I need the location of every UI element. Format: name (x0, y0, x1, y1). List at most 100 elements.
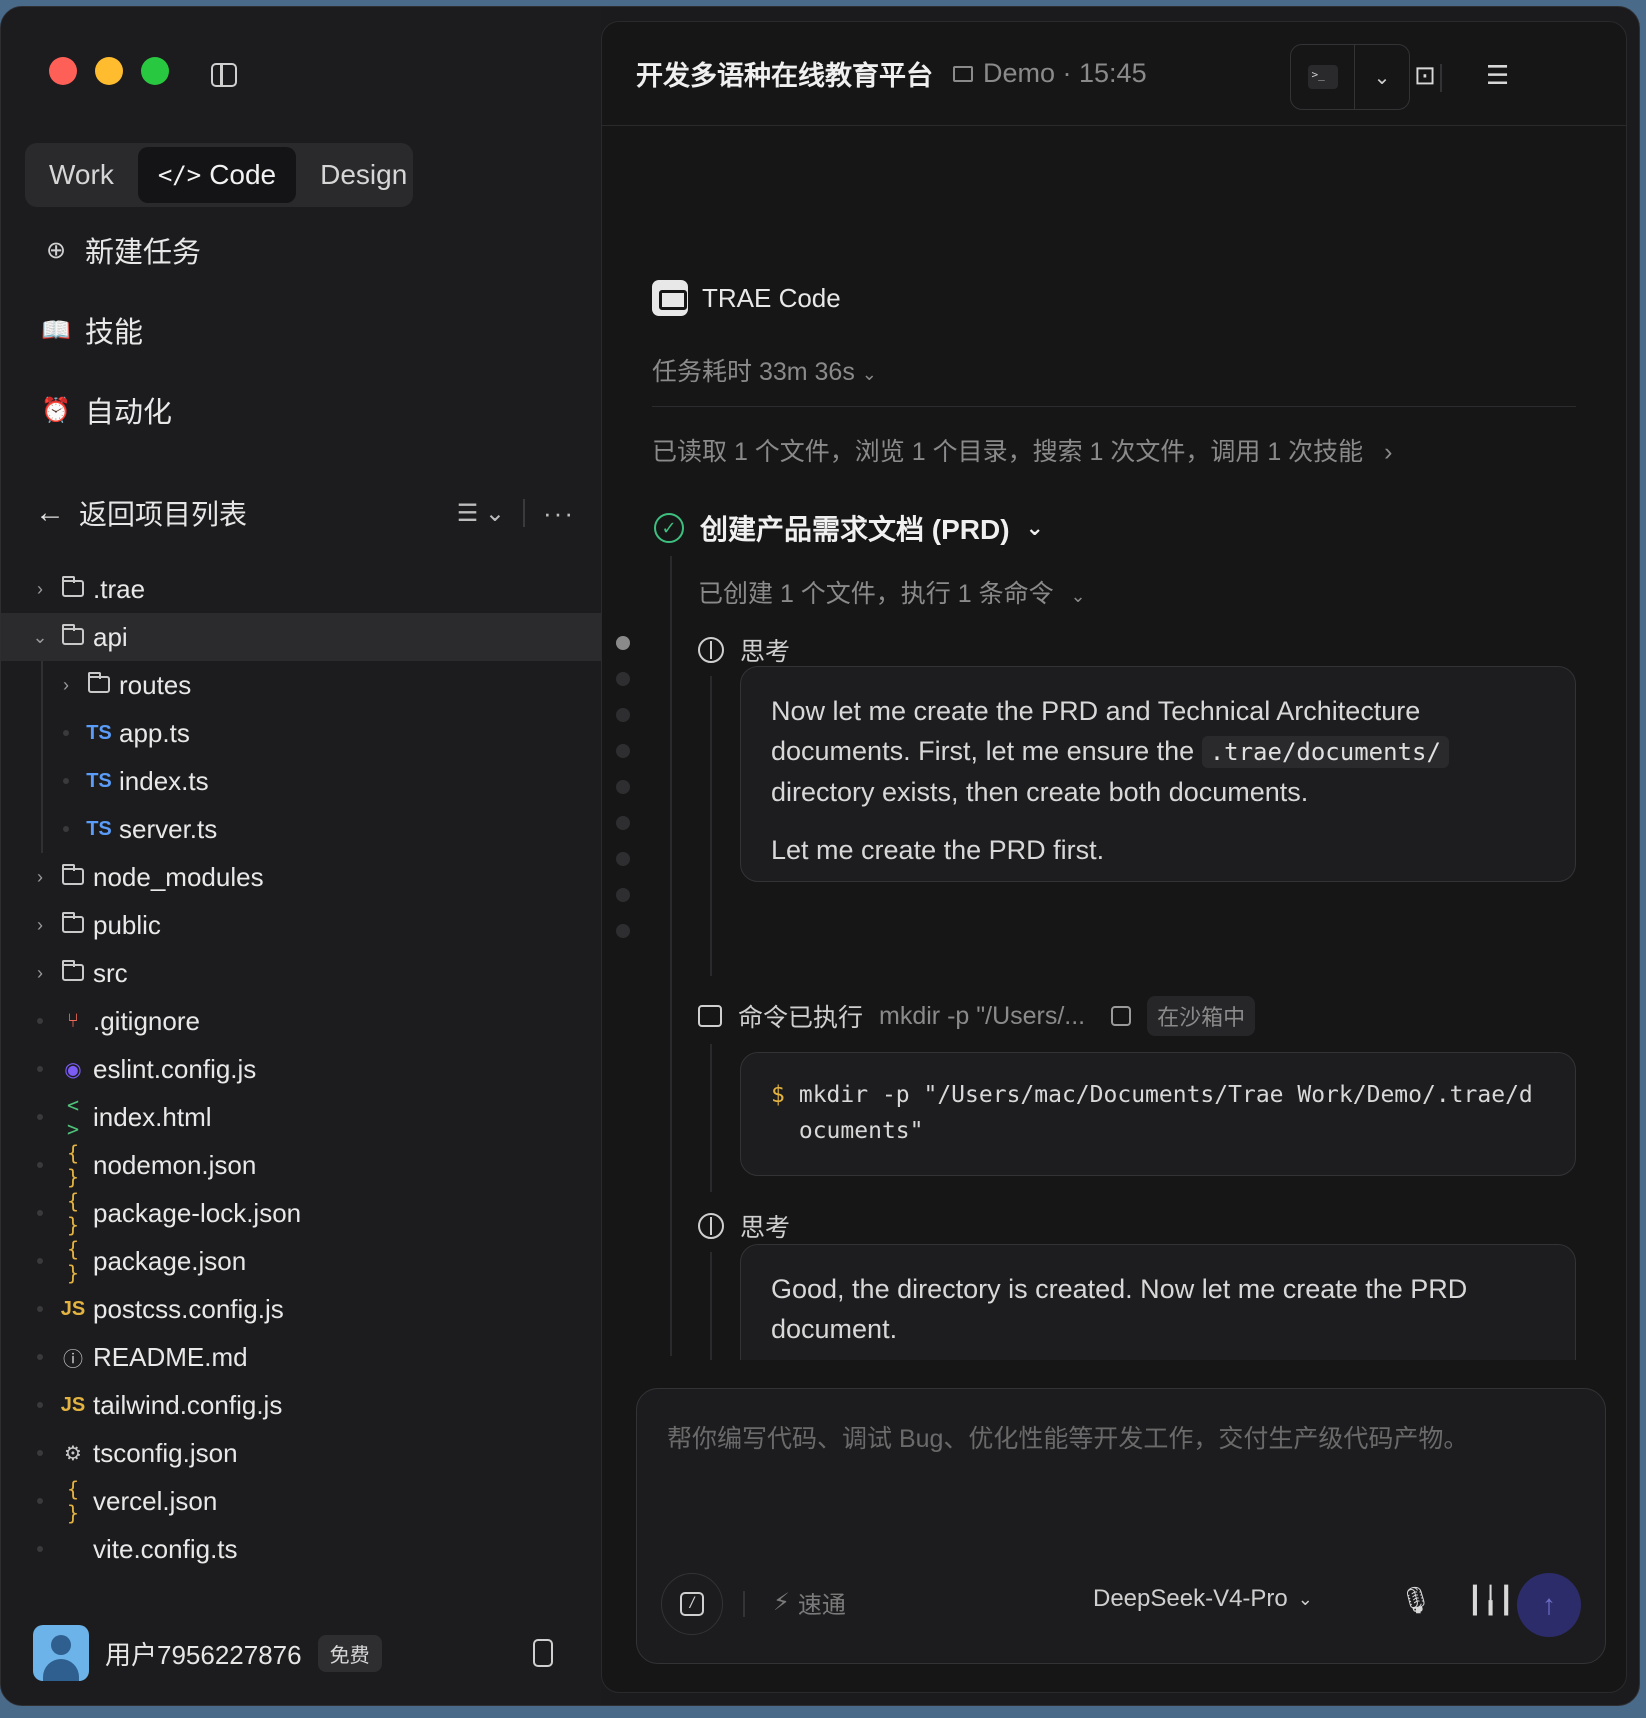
row-lead (31, 1066, 49, 1072)
terminal-icon (698, 1005, 722, 1027)
lightning-icon: ⚡ (773, 1589, 790, 1616)
chevron-down-icon[interactable]: ⌄ (31, 627, 49, 648)
tree-file[interactable]: { } nodemon.json (1, 1141, 601, 1189)
prompt-input[interactable] (667, 1419, 1567, 1519)
tree-file[interactable]: { } package.json (1, 1237, 601, 1285)
tree-folder[interactable]: › node_modules (1, 853, 601, 901)
summary-text: 已读取 1 个文件，浏览 1 个目录，搜索 1 次文件，调用 1 次技能 (652, 438, 1364, 466)
bullet-dot (37, 1546, 43, 1552)
activity-summary[interactable]: 已读取 1 个文件，浏览 1 个目录，搜索 1 次文件，调用 1 次技能 › (652, 432, 1392, 468)
bullet-dot (63, 730, 69, 736)
divider (743, 1591, 745, 1617)
tree-file[interactable]: { } package-lock.json (1, 1189, 601, 1237)
voice-wave-icon[interactable]: ┃╽┃ (1467, 1585, 1514, 1616)
row-lead (57, 730, 75, 736)
mode-label: Design (320, 159, 408, 190)
folder-icon (59, 623, 87, 649)
minimize-window-button[interactable] (95, 57, 123, 85)
duration-text: 任务耗时 33m 36s (652, 358, 855, 386)
tree-file[interactable]: ⚙ tsconfig.json (1, 1429, 601, 1477)
tree-folder[interactable]: › public (1, 901, 601, 949)
tree-item-label: tsconfig.json (93, 1437, 238, 1468)
step-summary[interactable]: 已创建 1 个文件，执行 1 条命令 ⌄ (698, 574, 1086, 610)
chevron-right-icon[interactable]: › (31, 579, 49, 600)
tree-folder[interactable]: › src (1, 949, 601, 997)
phone-icon[interactable] (533, 1639, 553, 1667)
tree-folder[interactable]: › .trae (1, 565, 601, 613)
microphone-icon[interactable]: 🎙 (1399, 1585, 1432, 1616)
folder-icon (59, 911, 87, 937)
tree-item-label: node_modules (93, 861, 264, 892)
trae-logo-icon (652, 280, 688, 316)
model-name: DeepSeek-V4-Pro (1093, 1585, 1288, 1612)
agent-header: TRAE Code (652, 280, 841, 316)
tree-file[interactable]: ⑂ .gitignore (1, 997, 601, 1045)
chevron-right-icon[interactable]: › (31, 915, 49, 936)
sidebar-toggle-icon[interactable] (211, 63, 237, 87)
chevron-right-icon[interactable]: › (31, 963, 49, 984)
tree-file[interactable]: JS tailwind.config.js (1, 1381, 601, 1429)
tree-file[interactable]: vite.config.ts (1, 1525, 601, 1573)
nav-automation[interactable]: ⏰ 自动化 (41, 389, 172, 431)
close-window-button[interactable] (49, 57, 77, 85)
command-block[interactable]: $ mkdir -p "/Users/mac/Documents/Trae Wo… (740, 1052, 1576, 1176)
avatar[interactable] (33, 1625, 89, 1681)
chevron-right-icon[interactable]: › (31, 867, 49, 888)
think-header[interactable]: 思考 (698, 632, 790, 668)
send-button[interactable]: ↑ (1517, 1573, 1581, 1637)
typescript-icon: TS (86, 721, 112, 744)
mode-design-button[interactable]: Design (300, 147, 427, 203)
conversation-scroll[interactable]: TRAE Code 任务耗时 33m 36s ⌄ 已读取 1 个文件，浏览 1 … (602, 22, 1626, 1360)
bullet-dot (63, 778, 69, 784)
nav-label: 自动化 (85, 397, 173, 429)
tree-view-icon[interactable]: ☰ ⌄ (457, 499, 505, 528)
tree-file[interactable]: TS app.ts (1, 709, 601, 757)
nav-new-task[interactable]: ⊕ 新建任务 (41, 229, 201, 271)
bullet-dot (37, 1354, 43, 1360)
model-select[interactable]: DeepSeek-V4-Pro ⌄ (1093, 1585, 1313, 1613)
mode-code-button[interactable]: </> Code (137, 147, 297, 203)
nav-label: 技能 (85, 317, 144, 349)
zoom-window-button[interactable] (141, 57, 169, 85)
command-text: mkdir -p "/Users/mac/Documents/Trae Work… (798, 1082, 1533, 1144)
chevron-down-icon: ⌄ (861, 364, 877, 384)
back-to-projects-link[interactable]: 返回项目列表 (79, 493, 247, 533)
bullet-dot (37, 1066, 43, 1072)
speed-mode-button[interactable]: ⚡ 速通 (773, 1585, 846, 1620)
tree-file[interactable]: TS index.ts (1, 757, 601, 805)
tree-item-label: vercel.json (93, 1485, 218, 1516)
arrow-up-icon: ↑ (1542, 1589, 1556, 1620)
bullet-dot (37, 1306, 43, 1312)
mode-work-button[interactable]: Work (29, 147, 134, 203)
tree-item-label: .trae (93, 573, 146, 604)
task-duration[interactable]: 任务耗时 33m 36s ⌄ (652, 352, 877, 388)
bullet-dot (63, 826, 69, 832)
nav-skills[interactable]: 📖 技能 (41, 309, 143, 351)
bullet-dot (37, 1018, 43, 1024)
chevron-down-icon: ⌄ (1297, 1588, 1313, 1609)
tree-item-label: package-lock.json (93, 1197, 302, 1228)
inline-code: .trae/documents/ (1201, 736, 1449, 768)
tree-file[interactable]: < > index.html (1, 1093, 601, 1141)
command-header[interactable]: 命令已执行 mkdir -p "/Users/... 在沙箱中 (698, 996, 1256, 1036)
tree-folder[interactable]: › routes (1, 661, 601, 709)
arrow-left-icon[interactable]: ← (35, 496, 65, 530)
folder-icon (59, 959, 87, 985)
tree-file[interactable]: TS server.ts (1, 805, 601, 853)
command-button[interactable]: / (661, 1573, 723, 1635)
chevron-right-icon[interactable]: › (57, 675, 75, 696)
tree-file[interactable]: { } vercel.json (1, 1477, 601, 1525)
check-circle-icon: ✓ (654, 513, 684, 543)
tree-folder[interactable]: ⌄ api (1, 613, 601, 661)
tree-file[interactable]: JS postcss.config.js (1, 1285, 601, 1333)
chevron-down-icon: ⌄ (1070, 586, 1086, 606)
tree-file[interactable]: ⓘ README.md (1, 1333, 601, 1381)
tree-item-label: src (93, 957, 128, 988)
copy-icon[interactable] (1111, 1006, 1132, 1026)
step-header[interactable]: ✓ 创建产品需求文档 (PRD) ⌄ (654, 508, 1044, 548)
tree-file[interactable]: ◉ eslint.config.js (1, 1045, 601, 1093)
think-header[interactable]: 思考 (698, 1208, 790, 1244)
info-icon: ⓘ (63, 1348, 83, 1371)
more-icon[interactable]: ··· (543, 498, 575, 529)
folder-icon (59, 575, 87, 601)
